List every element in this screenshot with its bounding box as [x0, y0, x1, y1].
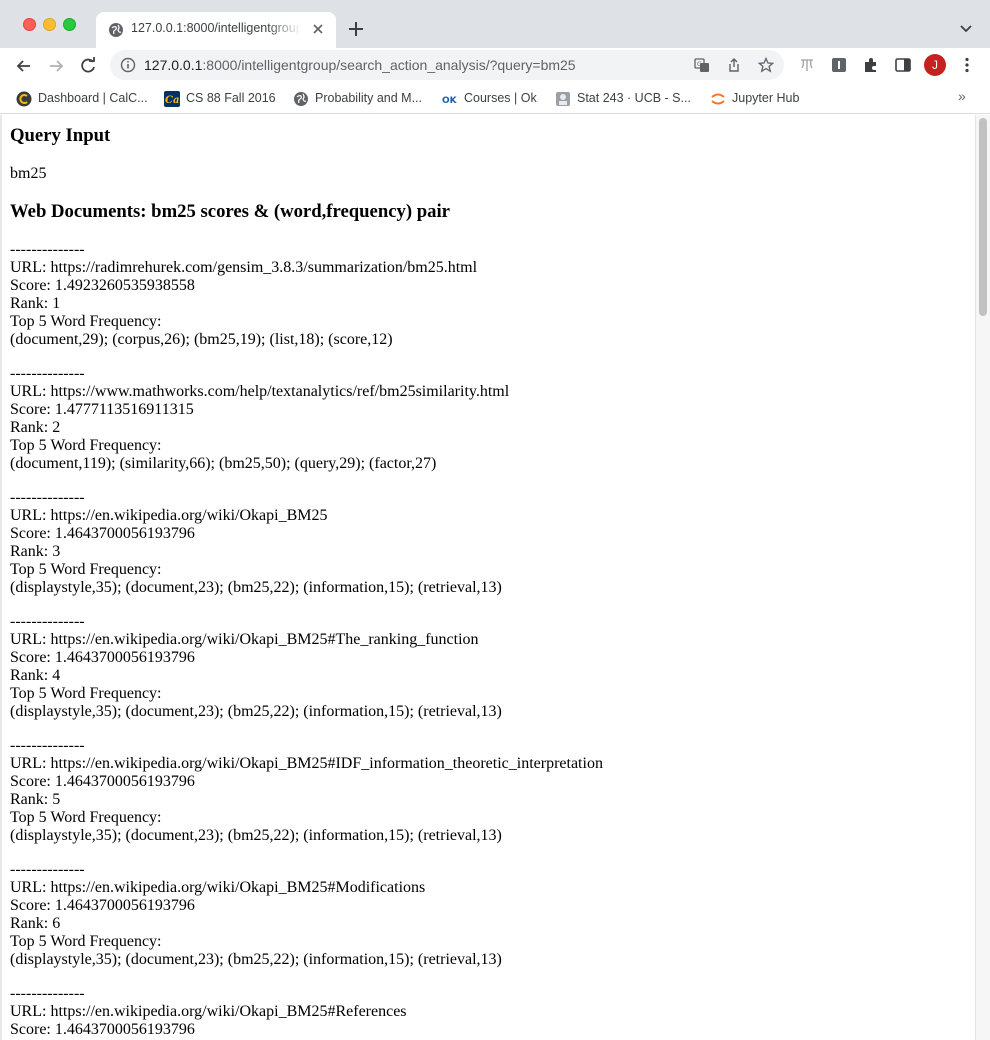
- url-path: :8000/intelligentgroup/search_action_ana…: [202, 57, 576, 73]
- share-icon[interactable]: [726, 57, 742, 73]
- address-bar[interactable]: 127.0.0.1:8000/intelligentgroup/search_a…: [110, 50, 784, 80]
- document-entry: -------------- URL: https://en.wikipedia…: [10, 861, 970, 969]
- word-frequency-list: (document,29); (corpus,26); (bm25,19); (…: [10, 331, 393, 348]
- query-heading: Query Input: [10, 125, 111, 146]
- document-rank: Rank: 4: [10, 667, 61, 684]
- bookmarks-overflow-button[interactable]: »: [958, 88, 972, 104]
- puzzle-icon[interactable]: [862, 56, 880, 74]
- word-frequency-label: Top 5 Word Frequency:: [10, 685, 162, 702]
- extension-icon[interactable]: [798, 56, 816, 74]
- document-url: URL: https://en.wikipedia.org/wiki/Okapi…: [10, 507, 328, 524]
- document-score: Score: 1.4643700056193796: [10, 525, 195, 542]
- document-rank: Rank: 1: [10, 295, 61, 312]
- separator: --------------: [10, 365, 85, 382]
- document-score: Score: 1.4777113516911315: [10, 401, 194, 418]
- document-url: URL: https://en.wikipedia.org/wiki/Okapi…: [10, 1003, 407, 1020]
- document-rank: Rank: 3: [10, 543, 61, 560]
- minimize-window-button[interactable]: [43, 18, 56, 31]
- tab-strip: 127.0.0.1:8000/intelligentgroup/search_a…: [0, 0, 990, 48]
- document-entry: -------------- URL: https://www.mathwork…: [10, 365, 970, 473]
- document-url: URL: https://en.wikipedia.org/wiki/Okapi…: [10, 879, 426, 896]
- document-url: URL: https://radimrehurek.com/gensim_3.8…: [10, 259, 478, 276]
- document-rank: Rank: 6: [10, 915, 61, 932]
- url-host: 127.0.0.1: [144, 57, 203, 73]
- separator: --------------: [10, 489, 85, 506]
- site-info-icon[interactable]: [120, 57, 136, 73]
- document-entry: -------------- URL: https://en.wikipedia…: [10, 985, 970, 1039]
- separator: --------------: [10, 241, 85, 258]
- chevron-down-icon[interactable]: [958, 20, 974, 36]
- bookmark-stat243[interactable]: Stat 243 · UCB - S...: [555, 89, 695, 109]
- document-score: Score: 1.4643700056193796: [10, 649, 195, 666]
- url-text[interactable]: 127.0.0.1:8000/intelligentgroup/search_a…: [144, 57, 576, 73]
- query-value: bm25: [10, 165, 47, 182]
- document-rank: Rank: 5: [10, 791, 61, 808]
- document-entry: -------------- URL: https://en.wikipedia…: [10, 613, 970, 721]
- globe-icon: [294, 92, 308, 106]
- word-frequency-label: Top 5 Word Frequency:: [10, 933, 162, 950]
- word-frequency-list: (displaystyle,35); (document,23); (bm25,…: [10, 579, 502, 596]
- document-entry: -------------- URL: https://radimrehurek…: [10, 241, 970, 349]
- word-frequency-label: Top 5 Word Frequency:: [10, 313, 162, 330]
- vertical-scrollbar[interactable]: [975, 115, 990, 1040]
- globe-icon: [109, 23, 123, 37]
- calcentral-icon: [16, 91, 32, 107]
- forward-icon[interactable]: [46, 56, 66, 76]
- browser-toolbar: 127.0.0.1:8000/intelligentgroup/search_a…: [0, 48, 990, 84]
- zoom-window-button[interactable]: [63, 18, 76, 31]
- separator: --------------: [10, 737, 85, 754]
- kebab-menu-icon[interactable]: [958, 56, 976, 74]
- tab-title: 127.0.0.1:8000/intelligentgroup/search_a…: [131, 21, 301, 35]
- document-rank: Rank: 2: [10, 419, 61, 436]
- document-score: Score: 1.4643700056193796: [10, 773, 195, 790]
- back-icon[interactable]: [14, 56, 34, 76]
- bookmark-probability[interactable]: Probability and M...: [293, 89, 433, 109]
- document-url: URL: https://en.wikipedia.org/wiki/Okapi…: [10, 755, 603, 772]
- close-tab-icon[interactable]: [310, 21, 326, 37]
- close-window-button[interactable]: [23, 18, 36, 31]
- separator: --------------: [10, 613, 85, 630]
- page-content: Query Input bm25 Web Documents: bm25 sco…: [10, 115, 970, 1040]
- results-heading: Web Documents: bm25 scores & (word,frequ…: [10, 201, 450, 222]
- document-entry: -------------- URL: https://en.wikipedia…: [10, 489, 970, 597]
- document-score: Score: 1.4643700056193796: [10, 897, 195, 914]
- browser-tab-active[interactable]: 127.0.0.1:8000/intelligentgroup/search_a…: [96, 12, 336, 48]
- word-frequency-list: (document,119); (similarity,66); (bm25,5…: [10, 455, 437, 472]
- word-frequency-label: Top 5 Word Frequency:: [10, 809, 162, 826]
- side-panel-icon[interactable]: [894, 56, 912, 74]
- word-frequency-list: (displaystyle,35); (document,23); (bm25,…: [10, 827, 502, 844]
- svg-text:G: G: [697, 61, 702, 68]
- ok-icon: OK: [442, 96, 458, 106]
- svg-text:OK: OK: [442, 96, 458, 106]
- cal-logo-icon: Cal: [164, 91, 180, 107]
- scrollbar-thumb[interactable]: [979, 118, 987, 316]
- separator: --------------: [10, 861, 85, 878]
- stat-icon: [556, 92, 570, 106]
- document-url: URL: https://www.mathworks.com/help/text…: [10, 383, 510, 400]
- document-url: URL: https://en.wikipedia.org/wiki/Okapi…: [10, 631, 479, 648]
- bookmark-ok-courses[interactable]: OK Courses | Ok: [442, 89, 547, 109]
- document-score: Score: 1.4923260535938558: [10, 277, 195, 294]
- bookmark-cs88[interactable]: Cal CS 88 Fall 2016: [164, 89, 284, 109]
- profile-avatar[interactable]: J: [924, 54, 946, 76]
- word-frequency-list: (displaystyle,35); (document,23); (bm25,…: [10, 951, 502, 968]
- bookmarks-bar: Dashboard | CalC... Cal CS 88 Fall 2016 …: [0, 84, 990, 114]
- bookmark-star-icon[interactable]: [758, 57, 774, 73]
- extension-reader-icon[interactable]: [830, 56, 848, 74]
- word-frequency-label: Top 5 Word Frequency:: [10, 437, 162, 454]
- word-frequency-list: (displaystyle,35); (document,23); (bm25,…: [10, 703, 502, 720]
- word-frequency-label: Top 5 Word Frequency:: [10, 561, 162, 578]
- bookmark-jupyter[interactable]: Jupyter Hub: [710, 89, 810, 109]
- reload-icon[interactable]: [78, 56, 98, 76]
- page-viewport: Query Input bm25 Web Documents: bm25 sco…: [0, 115, 975, 1040]
- document-entry: -------------- URL: https://en.wikipedia…: [10, 737, 970, 845]
- document-score: Score: 1.4643700056193796: [10, 1021, 195, 1038]
- svg-text:Cal: Cal: [165, 95, 180, 106]
- translate-icon[interactable]: G: [694, 57, 710, 73]
- separator: --------------: [10, 985, 85, 1002]
- bookmark-dashboard[interactable]: Dashboard | CalC...: [16, 89, 156, 109]
- jupyter-icon: [711, 93, 725, 105]
- new-tab-icon[interactable]: [346, 19, 366, 39]
